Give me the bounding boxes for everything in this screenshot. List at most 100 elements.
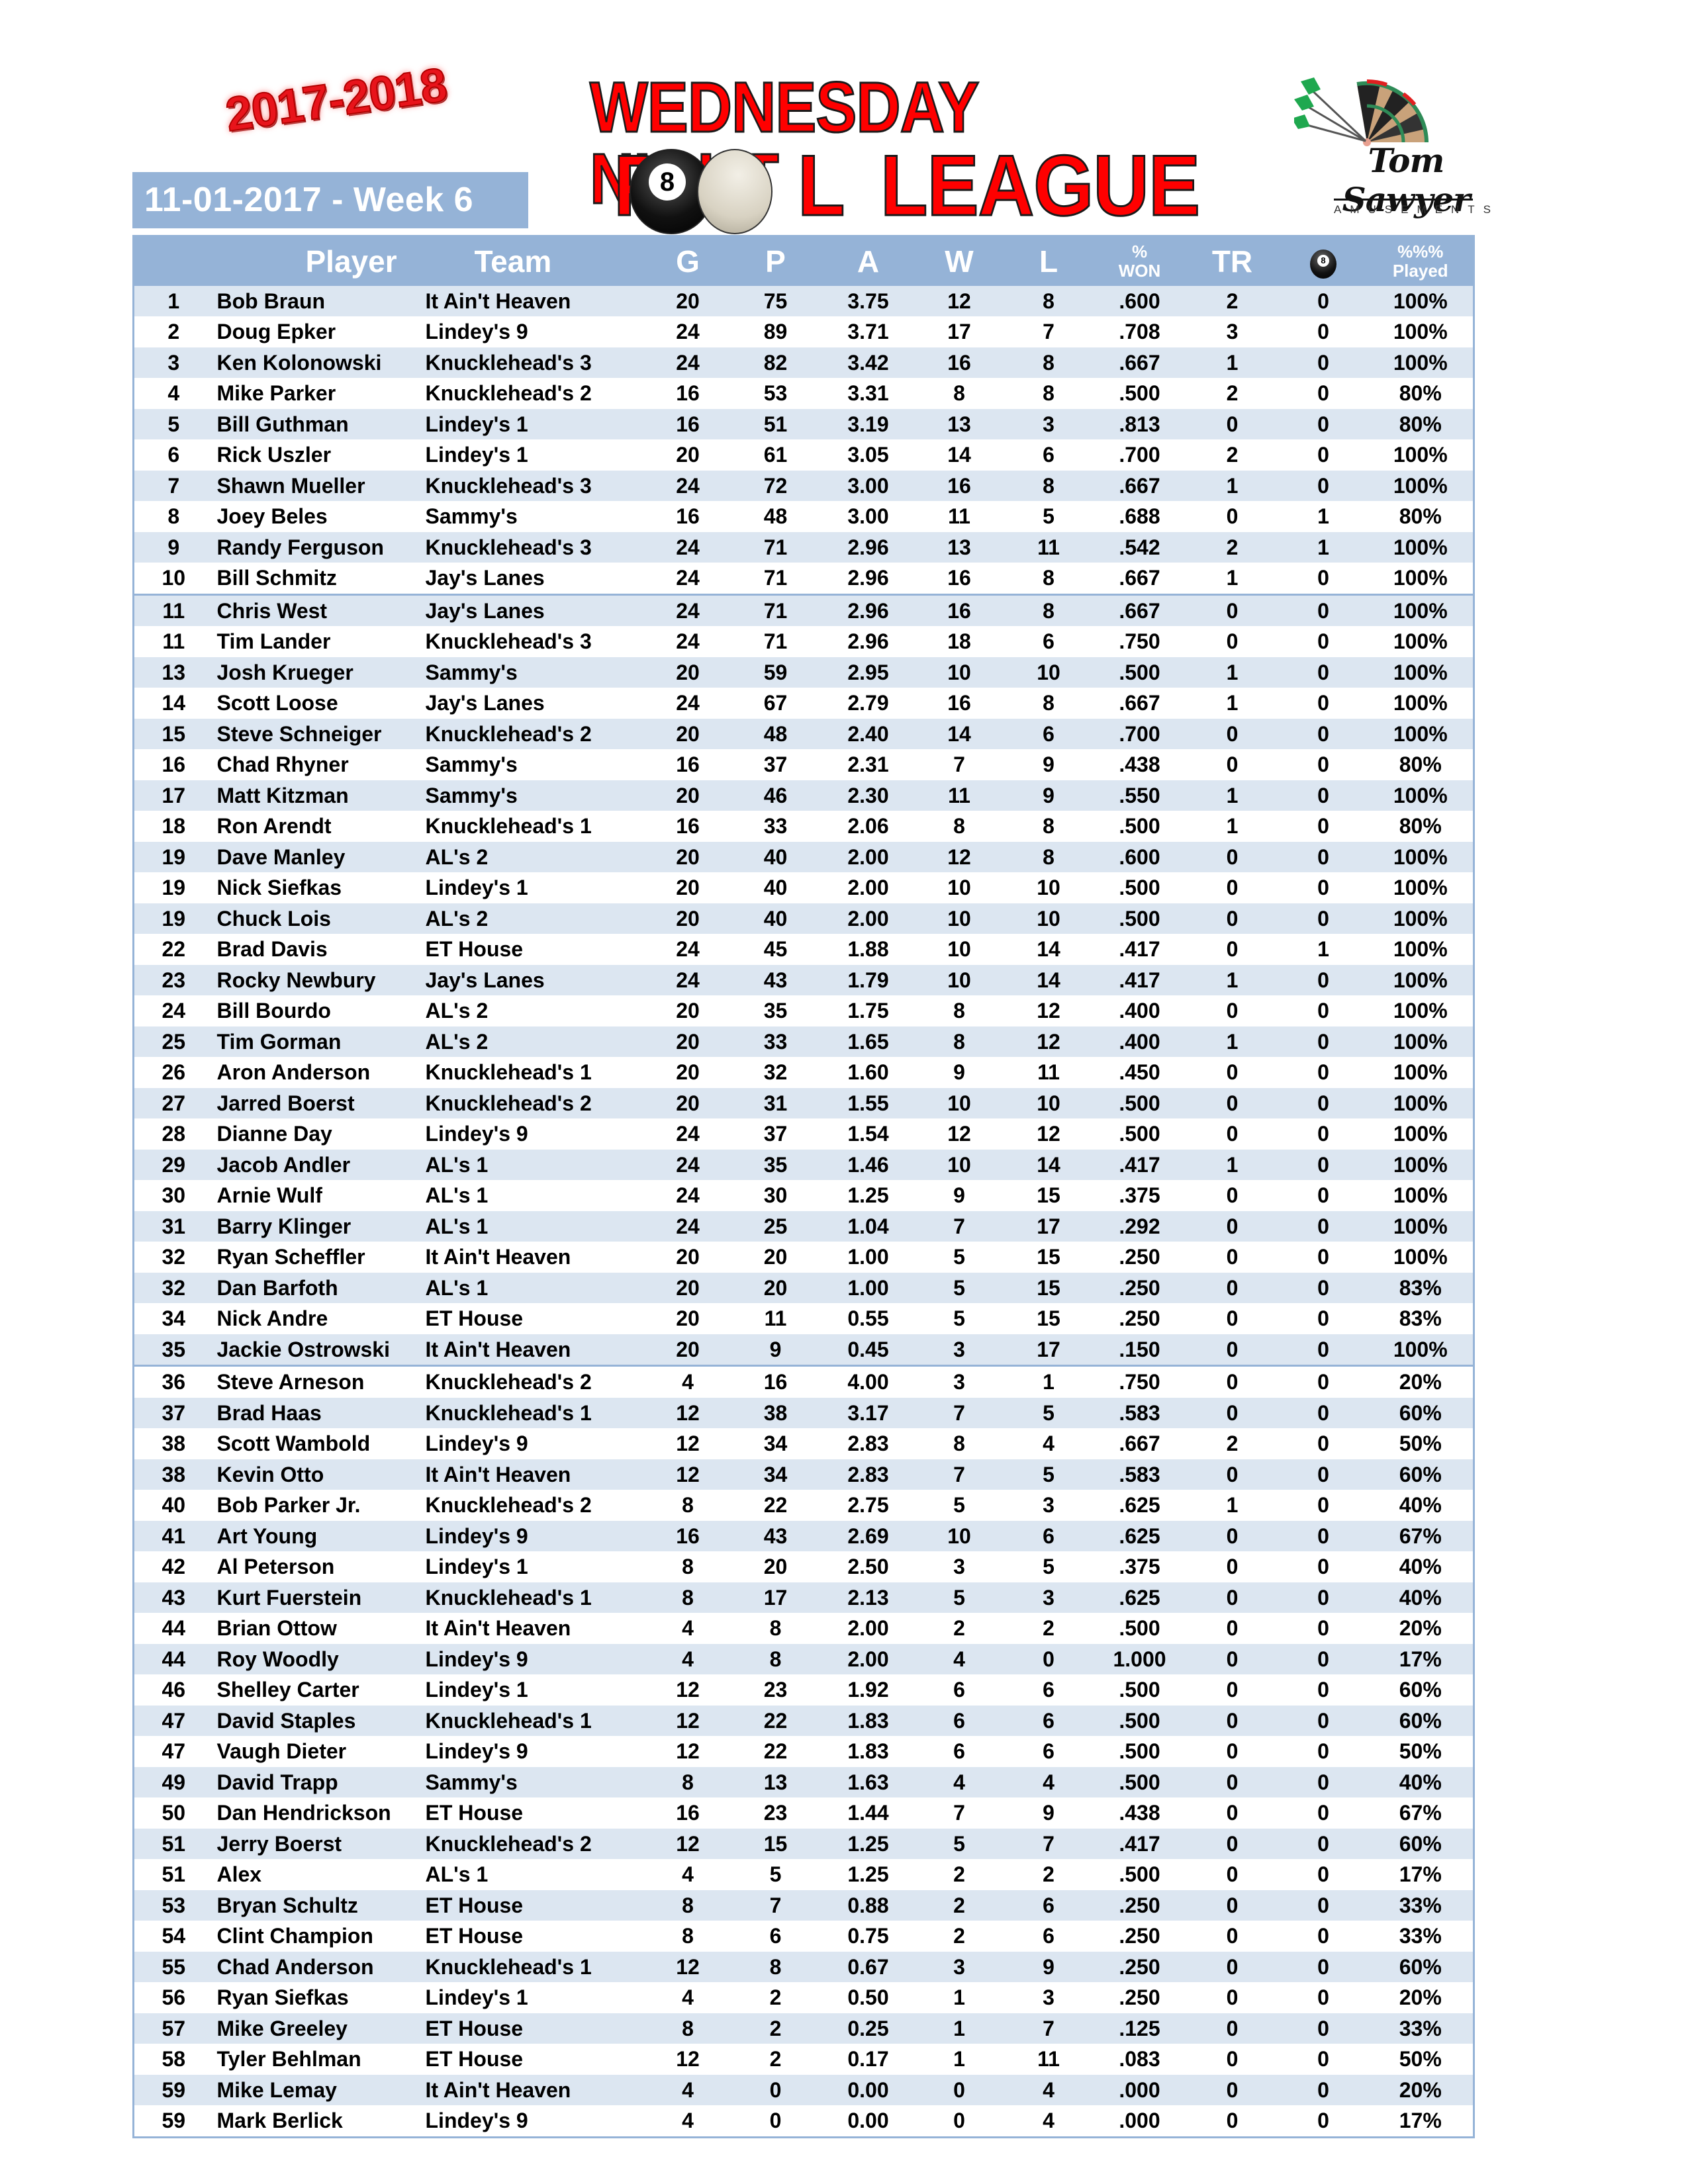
percent-won-cell: .708 bbox=[1119, 320, 1160, 343]
table-row: 46 Shelley Carter Lindey's 1 12 23 1.92 6 6 .500… bbox=[133, 1674, 1474, 1706]
table-runs-cell: 0 bbox=[1226, 1831, 1239, 1856]
table-row: 49 David Trapp Sammy's 8 13 1.63 4 4 .500 0 0 40% bbox=[133, 1766, 1474, 1797]
table-row: 8 Joey Beles Sammy's 16 48 3.00 11 5 .688 0 1 80% bbox=[133, 501, 1474, 532]
table-row: 36 Steve Arneson Knucklehead's 2 4 16 4.00 3 1.… bbox=[133, 1365, 1474, 1398]
percent-played-cell: 100% bbox=[1393, 1060, 1448, 1084]
eight-ball-cell: 0 bbox=[1317, 814, 1329, 838]
table-runs-cell: 0 bbox=[1226, 2077, 1239, 2102]
table-row: 31 Barry Klinger AL's 1 24 25 1.04 7 17 .292 0 0 10… bbox=[133, 1210, 1474, 1242]
average-cell: 2.96 bbox=[821, 593, 915, 626]
eight-ball-cell: 0 bbox=[1317, 1432, 1329, 1455]
player-cell: Art Young bbox=[216, 1524, 318, 1548]
games-cell: 24 bbox=[676, 968, 700, 992]
table-runs-cell: 0 bbox=[1226, 1893, 1239, 1917]
team-cell: Knucklehead's 1 bbox=[425, 814, 592, 838]
eight-ball-cell: 0 bbox=[1317, 1831, 1329, 1856]
eight-ball-cell: 0 bbox=[1317, 1770, 1329, 1794]
eight-ball-cell: 0 bbox=[1317, 1122, 1329, 1146]
percent-won-cell: .500 bbox=[1119, 1678, 1160, 1702]
table-row: 51 Alex AL's 1 4 5 1.25 2 2 .500 0 0 17% bbox=[133, 1859, 1474, 1890]
team-cell: AL's 2 bbox=[425, 999, 489, 1023]
rank-cell: 6 bbox=[167, 443, 180, 467]
percent-won-cell: .700 bbox=[1119, 443, 1160, 467]
table-runs-cell: 1 bbox=[1226, 691, 1239, 715]
games-cell: 24 bbox=[676, 691, 700, 715]
percent-played-cell: 100% bbox=[1393, 660, 1448, 684]
table-runs-cell: 0 bbox=[1226, 629, 1239, 653]
games-cell: 16 bbox=[676, 412, 700, 436]
rank-cell: 46 bbox=[162, 1678, 186, 1702]
table-runs-cell: 0 bbox=[1226, 1462, 1239, 1486]
percent-played-cell: 33% bbox=[1399, 2016, 1442, 2040]
team-cell: ET House bbox=[425, 2016, 524, 2040]
average-cell: 2.83 bbox=[847, 1432, 889, 1455]
eight-ball-cell: 0 bbox=[1317, 1801, 1329, 1825]
games-cell: 12 bbox=[676, 1831, 700, 1856]
team-cell: Knucklehead's 1 bbox=[425, 1400, 592, 1425]
table-runs-cell: 0 bbox=[1226, 1924, 1239, 1948]
games-cell: 24 bbox=[676, 1122, 700, 1146]
wins-cell: 7 bbox=[953, 1214, 965, 1238]
points-cell: 38 bbox=[763, 1400, 788, 1425]
losses-cell: 8 bbox=[1043, 566, 1055, 590]
average-cell: 0.00 bbox=[847, 2109, 889, 2132]
percent-won-cell: .625 bbox=[1119, 1585, 1160, 1610]
wins-cell: 5 bbox=[953, 1585, 965, 1610]
player-cell: Barry Klinger bbox=[216, 1214, 352, 1238]
percent-won-cell: .500 bbox=[1119, 876, 1160, 899]
rank-cell: 42 bbox=[162, 1555, 186, 1578]
percent-won-cell: .250 bbox=[1119, 1893, 1160, 1917]
points-cell: 2 bbox=[769, 1985, 782, 2009]
table-row: 27 Jarred Boerst Knucklehead's 2 20 31 1.55 10… bbox=[133, 1087, 1474, 1118]
percent-won-cell: .438 bbox=[1119, 752, 1160, 776]
team-cell: Sammy's bbox=[425, 504, 518, 528]
percent-played-cell: 80% bbox=[1399, 412, 1442, 436]
games-cell: 20 bbox=[676, 876, 700, 899]
losses-cell: 6 bbox=[1043, 1739, 1055, 1763]
player-cell: Roy Woodly bbox=[216, 1647, 339, 1671]
percent-won-cell: .150 bbox=[1119, 1337, 1160, 1361]
team-cell: ET House bbox=[425, 937, 524, 961]
rank-cell: 19 bbox=[162, 844, 186, 869]
percent-won-cell: .417 bbox=[1119, 1152, 1160, 1177]
percent-won-cell: .500 bbox=[1119, 1770, 1160, 1794]
player-cell: Scott Loose bbox=[216, 691, 338, 715]
team-cell: It Ain't Heaven bbox=[425, 1337, 571, 1361]
table-runs-cell: 0 bbox=[1226, 1091, 1239, 1115]
team-cell: Lindey's 9 bbox=[425, 1524, 528, 1548]
eight-ball-cell: 0 bbox=[1317, 350, 1329, 375]
table-runs-cell: 0 bbox=[1226, 1400, 1239, 1425]
losses-cell: 5 bbox=[1043, 1400, 1055, 1425]
points-cell: 11 bbox=[764, 1306, 787, 1330]
percent-won-cell: .600 bbox=[1119, 289, 1160, 313]
percent-played-cell: 40% bbox=[1399, 1770, 1442, 1794]
percent-played-cell: 100% bbox=[1368, 593, 1474, 626]
eight-ball-cell: 0 bbox=[1317, 1585, 1329, 1610]
average-cell: 2.69 bbox=[847, 1524, 889, 1548]
wins-cell: 5 bbox=[953, 1493, 965, 1517]
eight-ball-cell: 0 bbox=[1317, 381, 1329, 405]
average-cell: 3.00 bbox=[847, 473, 889, 498]
percent-won-cell: .417 bbox=[1119, 968, 1160, 992]
losses-cell: 1 bbox=[1004, 1365, 1094, 1398]
losses-cell: 5 bbox=[1043, 1462, 1055, 1486]
eight-ball-cell: 0 bbox=[1317, 1985, 1329, 2009]
eight-ball-cell: 0 bbox=[1317, 1029, 1329, 1054]
rank-cell: 31 bbox=[162, 1214, 186, 1238]
eight-ball-cell: 0 bbox=[1317, 2077, 1329, 2102]
wins-cell: 3 bbox=[953, 1555, 965, 1578]
games-cell: 24 bbox=[676, 1152, 700, 1177]
wins-cell: 8 bbox=[953, 814, 965, 838]
wins-cell: 12 bbox=[947, 289, 971, 313]
losses-cell: 14 bbox=[1037, 937, 1060, 961]
losses-cell: 17 bbox=[1037, 1337, 1060, 1361]
percent-played-cell: 50% bbox=[1399, 1739, 1442, 1763]
table-runs-cell: 0 bbox=[1226, 906, 1239, 931]
games-cell: 12 bbox=[676, 1432, 700, 1455]
average-cell: 1.54 bbox=[847, 1122, 889, 1146]
percent-won-cell: .500 bbox=[1119, 1739, 1160, 1763]
games-cell: 8 bbox=[682, 1770, 694, 1794]
points-cell: 71 bbox=[763, 629, 788, 653]
average-cell: 0.25 bbox=[847, 2016, 889, 2040]
player-cell: Mike Parker bbox=[216, 381, 336, 405]
